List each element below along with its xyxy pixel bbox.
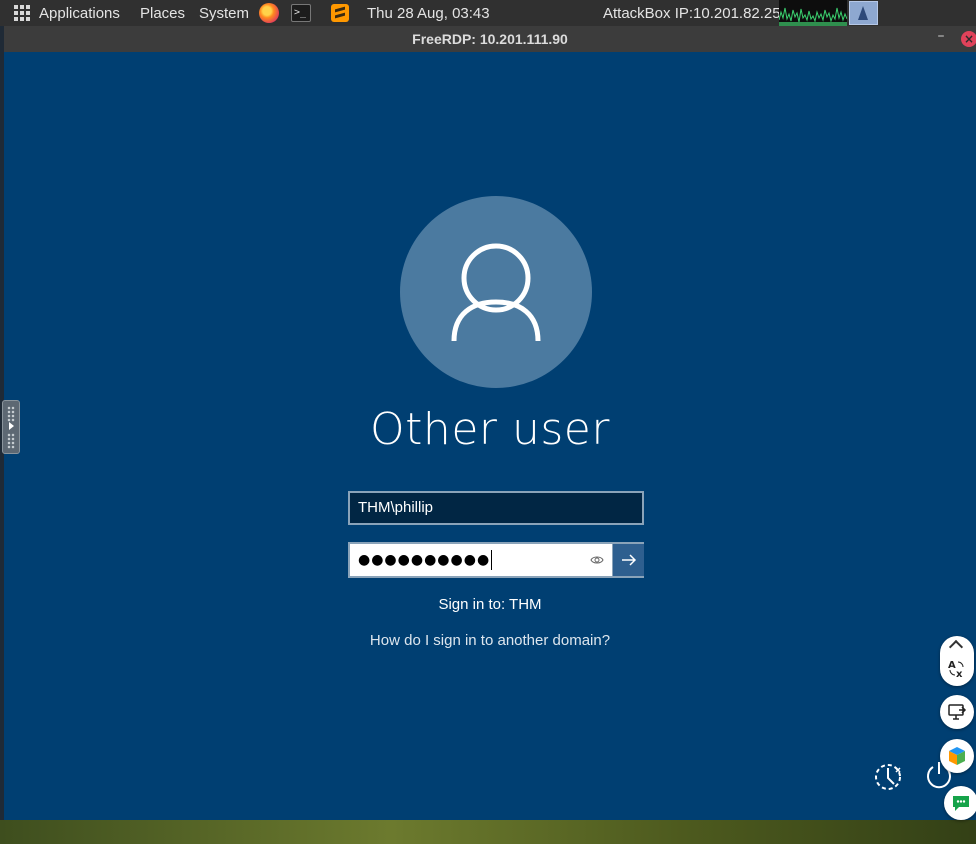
rdp-lock-screen: Other user THM\phillip ●●●●●●●●●● Sign i…	[4, 52, 976, 820]
expand-arrow-icon	[9, 422, 14, 430]
translate-toolbar[interactable]: A x	[940, 636, 974, 686]
chat-button[interactable]	[944, 786, 976, 820]
menu-places[interactable]: Places	[140, 0, 185, 26]
translate-icon[interactable]: A x	[946, 658, 968, 680]
menu-system[interactable]: System	[199, 0, 249, 26]
ease-of-access-icon[interactable]	[872, 760, 904, 792]
arrow-right-icon	[622, 554, 637, 566]
user-silhouette-icon	[451, 243, 541, 342]
user-avatar	[400, 196, 592, 388]
minimize-button[interactable]: –	[934, 28, 948, 46]
svg-text:x: x	[956, 669, 963, 680]
side-drawer-handle[interactable]	[2, 400, 20, 454]
sublime-text-icon[interactable]	[331, 4, 349, 22]
workspace-switcher-icon[interactable]	[849, 1, 878, 25]
cube-app-button[interactable]	[940, 739, 974, 773]
user-title: Other user	[370, 404, 610, 455]
sign-in-domain-text: Sign in to: THM	[438, 596, 542, 613]
apps-grid-icon[interactable]	[14, 5, 30, 21]
attackbox-ip: AttackBox IP:10.201.82.25	[603, 4, 781, 22]
chevron-up-icon[interactable]	[948, 639, 964, 655]
username-input[interactable]: THM\phillip	[348, 491, 644, 525]
menu-applications[interactable]: Applications	[39, 0, 120, 26]
password-box: ●●●●●●●●●●	[348, 542, 644, 578]
chat-icon	[953, 796, 969, 811]
top-panel: Applications Places System >_ Thu 28 Aug…	[0, 0, 976, 26]
password-input[interactable]: ●●●●●●●●●●	[350, 544, 612, 576]
screen-transfer-button[interactable]	[940, 695, 974, 729]
cube-icon	[949, 747, 965, 765]
desktop-wallpaper-strip	[0, 820, 976, 844]
text-caret	[491, 550, 493, 570]
svg-text:A: A	[948, 660, 956, 671]
rdp-titlebar[interactable]: FreeRDP: 10.201.111.90 – ×	[4, 26, 976, 52]
password-mask: ●●●●●●●●●●	[358, 552, 491, 568]
close-button[interactable]: ×	[961, 31, 976, 47]
screen-share-icon	[948, 704, 967, 720]
submit-arrow-button[interactable]	[612, 544, 644, 576]
reveal-password-icon[interactable]	[590, 554, 604, 566]
other-domain-link[interactable]: How do I sign in to another domain?	[4, 632, 976, 649]
network-monitor-graph[interactable]	[779, 0, 847, 26]
terminal-icon[interactable]: >_	[291, 4, 311, 22]
firefox-icon[interactable]	[259, 3, 279, 23]
panel-clock[interactable]: Thu 28 Aug, 03:43	[367, 0, 490, 26]
window-title: FreeRDP: 10.201.111.90	[412, 31, 568, 47]
